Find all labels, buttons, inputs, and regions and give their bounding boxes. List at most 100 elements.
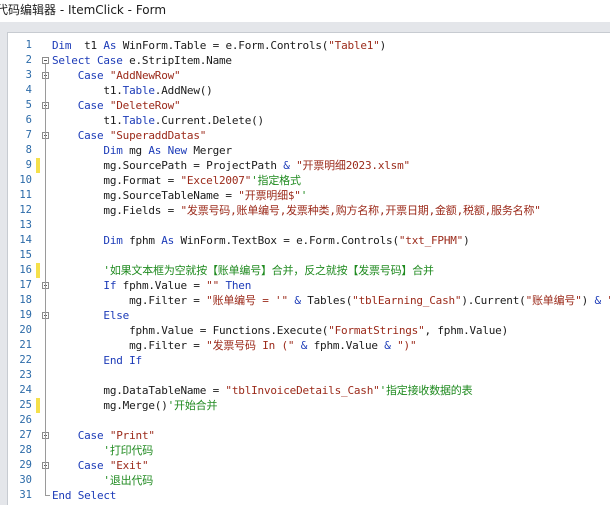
string-token: "FormatStrings"	[328, 324, 425, 337]
code-line[interactable]: 21 mg.Filter = "发票号码 In (" & fphm.Value …	[8, 338, 610, 353]
string-token: "tblInvoiceDetails_Cash"	[225, 384, 380, 397]
code-line[interactable]: 15	[8, 248, 610, 263]
comment-token: '如果文本框为空就按【账单编号】合并，反之就按【发票号码】合并	[103, 264, 434, 277]
string-token: ""	[206, 279, 220, 292]
code-token: WinForm.TextBox = e.Form.Controls(	[174, 234, 400, 247]
keyword-token: Else	[103, 309, 130, 322]
code-text: mg.Filter = "账单编号 = '" & Tables("tblEarn…	[52, 293, 610, 308]
keyword-token: If	[103, 279, 117, 292]
code-text: End If	[52, 353, 142, 368]
code-token: mg.SourcePath = ProjectPath	[103, 159, 284, 172]
code-text: t1.Table.AddNew()	[52, 83, 212, 98]
code-line[interactable]: 4 t1.Table.AddNew()	[8, 83, 610, 98]
code-token: , fphm.Value)	[424, 324, 509, 337]
code-text: End Select	[52, 488, 116, 503]
code-token: .Current.Delete()	[154, 114, 264, 127]
code-token: t1.	[103, 114, 123, 127]
code-token: mg.Format =	[103, 174, 181, 187]
keyword-token: &	[294, 339, 308, 352]
code-line[interactable]: 12 mg.Fields = "发票号码,账单编号,发票种类,购方名称,开票日期…	[8, 203, 610, 218]
window-title-bar: 代码编辑器 - ItemClick - Form	[0, 0, 610, 22]
code-editor[interactable]: 1 Dim t1 As WinForm.Table = e.Form.Contro…	[7, 32, 610, 505]
line-number: 21	[19, 339, 32, 351]
code-line[interactable]: 28 '打印代码	[8, 443, 610, 458]
code-line[interactable]: 10 mg.Format = "Excel2007"'指定格式	[8, 173, 610, 188]
code-line[interactable]: 18 mg.Filter = "账单编号 = '" & Tables("tblE…	[8, 293, 610, 308]
code-line[interactable]: 31 End Select	[8, 488, 610, 503]
code-text: Case "Exit"	[52, 458, 149, 473]
code-line[interactable]: 2 Select Case e.StripItem.Name	[8, 53, 610, 68]
code-line[interactable]: 1 Dim t1 As WinForm.Table = e.Form.Contro…	[8, 38, 610, 53]
code-line[interactable]: 29 Case "Exit"	[8, 458, 610, 473]
line-number: 14	[19, 234, 32, 246]
code-line[interactable]: 3 Case "AddNewRow"	[8, 68, 610, 83]
window-title: 代码编辑器 - ItemClick - Form	[0, 3, 167, 17]
code-line[interactable]: 14 Dim fphm As WinForm.TextBox = e.Form.…	[8, 233, 610, 248]
code-token: t1	[71, 39, 104, 52]
line-number: 11	[19, 189, 32, 201]
line-number: 8	[25, 144, 32, 156]
code-line[interactable]: 30 '退出代码	[8, 473, 610, 488]
code-line[interactable]: 8 Dim mg As New Merger	[8, 143, 610, 158]
code-token: fphm.Value =	[116, 279, 207, 292]
string-token: "账单编号"	[525, 294, 582, 307]
modified-line-marker	[36, 263, 40, 278]
code-line[interactable]: 23	[8, 368, 610, 383]
keyword-token: As	[103, 39, 117, 52]
line-number: 17	[19, 279, 32, 291]
code-line[interactable]: 24 mg.DataTableName = "tblInvoiceDetails…	[8, 383, 610, 398]
line-number: 2	[25, 54, 32, 66]
code-text: Case "AddNewRow"	[52, 68, 181, 83]
keyword-token: Table	[122, 114, 155, 127]
code-token: mg.Fields =	[103, 204, 181, 217]
code-line[interactable]: 11 mg.SourceTableName = "开票明细$"'	[8, 188, 610, 203]
keyword-token: As	[161, 234, 175, 247]
string-token: "txt_FPHM"	[398, 234, 464, 247]
code-line[interactable]: 5 Case "DeleteRow"	[8, 98, 610, 113]
code-line[interactable]: 9 mg.SourcePath = ProjectPath & "开票明细202…	[8, 158, 610, 173]
line-number: 19	[19, 309, 32, 321]
code-token: mg	[122, 144, 149, 157]
code-line[interactable]: 25 mg.Merge()'开始合并	[8, 398, 610, 413]
code-text: '如果文本框为空就按【账单编号】合并，反之就按【发票号码】合并	[52, 263, 434, 278]
string-token: "账单编号 = '"	[206, 294, 288, 307]
code-token: )	[581, 294, 595, 307]
code-text: Case "DeleteRow"	[52, 98, 181, 113]
line-number: 7	[25, 129, 32, 141]
code-text: t1.Table.Current.Delete()	[52, 113, 264, 128]
code-text: Dim fphm As WinForm.TextBox = e.Form.Con…	[52, 233, 470, 248]
code-line[interactable]: 7 Case "SuperaddDatas"	[8, 128, 610, 143]
code-line[interactable]: 26	[8, 413, 610, 428]
line-number: 28	[19, 444, 32, 456]
code-line[interactable]: 13	[8, 218, 610, 233]
code-line[interactable]: 16 '如果文本框为空就按【账单编号】合并，反之就按【发票号码】合并	[8, 263, 610, 278]
code-line[interactable]: 6 t1.Table.Current.Delete()	[8, 113, 610, 128]
code-line[interactable]: 17 If fphm.Value = "" Then	[8, 278, 610, 293]
code-token: )	[463, 234, 470, 247]
code-text: fphm.Value = Functions.Execute("FormatSt…	[52, 323, 508, 338]
fold-toggle-icon[interactable]	[42, 57, 49, 64]
keyword-token: Case	[77, 99, 104, 112]
fold-guide-line	[45, 64, 46, 495]
code-line[interactable]: 22 End If	[8, 353, 610, 368]
code-line[interactable]: 27 Case "Print"	[8, 428, 610, 443]
line-number: 9	[25, 159, 32, 171]
code-line[interactable]: 20 fphm.Value = Functions.Execute("Forma…	[8, 323, 610, 338]
code-text: Case "Print"	[52, 428, 155, 443]
string-token: ")"	[390, 339, 417, 352]
code-text: Case "SuperaddDatas"	[52, 128, 207, 143]
code-line[interactable]: 19 Else	[8, 308, 610, 323]
